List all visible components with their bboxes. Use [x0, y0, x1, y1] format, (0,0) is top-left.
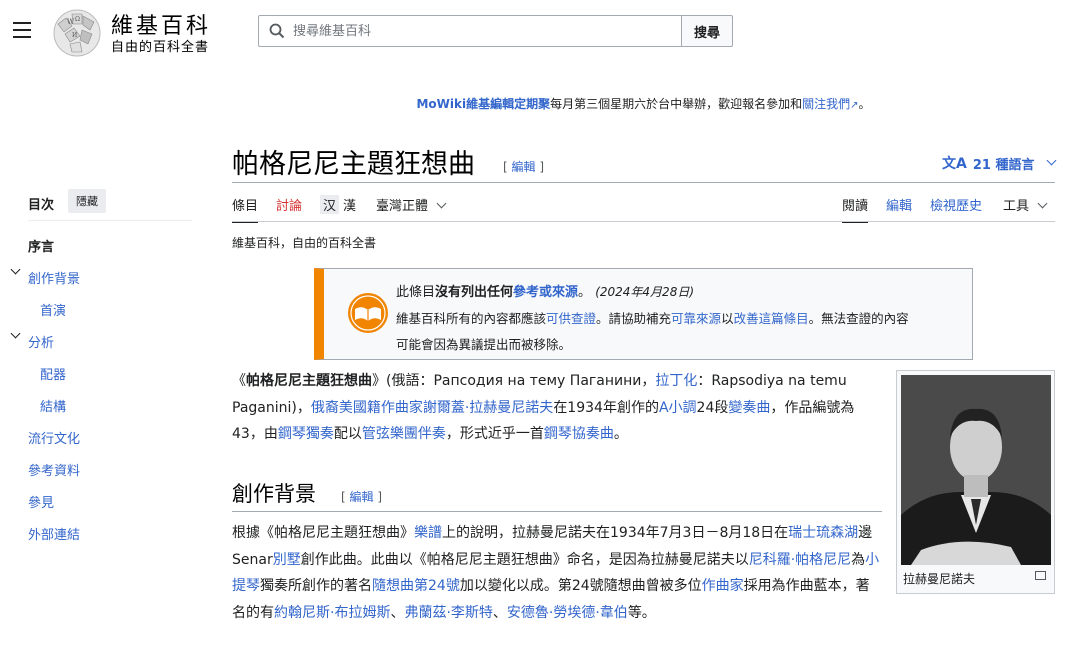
- composer-link[interactable]: 作曲家: [702, 578, 744, 594]
- toc-item-structure[interactable]: 結構: [40, 396, 66, 415]
- toc-item-external-links[interactable]: 外部連結: [28, 524, 80, 543]
- tab-edit[interactable]: 編輯: [886, 195, 912, 214]
- site-notice: MoWiki維基編輯定期聚每月第三個星期六於台中舉辦，歡迎報名參加和關注我們↗。: [416, 97, 871, 111]
- piano-concerto-link[interactable]: 鋼琴協奏曲: [544, 426, 614, 442]
- references-link[interactable]: 參考或來源: [513, 285, 578, 300]
- villa-link[interactable]: 別墅: [273, 552, 301, 568]
- piano-solo-link[interactable]: 鋼琴獨奏: [278, 426, 334, 442]
- toc-item-analysis[interactable]: 分析: [28, 332, 54, 351]
- follow-us-link[interactable]: 關注我們: [802, 97, 850, 111]
- search-icon: [269, 23, 285, 39]
- latinization-link[interactable]: 拉丁化: [655, 373, 697, 389]
- toc-item-premiere[interactable]: 首演: [40, 300, 66, 319]
- chevron-down-icon: [436, 198, 447, 209]
- toc-item-pop-culture[interactable]: 流行文化: [28, 428, 80, 447]
- notice-text: 每月第三個星期六於台中舉辦，歡迎報名參加和: [550, 97, 803, 111]
- background-paragraph: 根據《帕格尼尼主題狂想曲》樂譜上的說明，拉赫曼尼諾夫在1934年7月3日－8月1…: [232, 525, 880, 621]
- tab-talk[interactable]: 討論: [276, 195, 302, 214]
- a-minor-link[interactable]: A小調: [659, 400, 697, 416]
- toc-item-see-also[interactable]: 參見: [28, 492, 54, 511]
- translate-icon: 文A: [942, 156, 967, 172]
- title-divider: [232, 182, 1055, 183]
- variant-hant[interactable]: 漢: [343, 195, 356, 214]
- lake-lucerne-link[interactable]: 瑞士琉森湖: [788, 525, 858, 541]
- tools-dropdown[interactable]: 工具: [1003, 195, 1048, 214]
- section-edit-link[interactable]: [ 編輯 ]: [341, 488, 382, 505]
- variant-hans[interactable]: 汉: [320, 195, 340, 214]
- variant-dropdown[interactable]: 臺灣正體: [376, 195, 447, 214]
- verifiability-link[interactable]: 可供查證: [546, 311, 596, 326]
- tabs-divider: [232, 221, 1055, 222]
- notice-date: (2024年4月28日): [595, 285, 695, 299]
- enlarge-icon[interactable]: [1035, 571, 1046, 580]
- toc-item-background[interactable]: 創作背景: [28, 268, 80, 287]
- section-divider: [232, 511, 882, 512]
- main-menu-button[interactable]: [13, 22, 31, 38]
- liszt-link[interactable]: 弗蘭茲·李斯特: [404, 605, 492, 621]
- tab-article[interactable]: 條目: [232, 195, 259, 223]
- section-heading: 創作背景: [232, 482, 316, 506]
- language-button[interactable]: 文A 21 種語言: [942, 153, 1057, 173]
- chevron-down-icon[interactable]: [10, 264, 21, 275]
- search-input[interactable]: [293, 23, 673, 39]
- page-title: 帕格尼尼主題狂想曲: [232, 149, 475, 180]
- notice-link[interactable]: MoWiki維基編輯定期聚: [416, 97, 550, 111]
- toc-title: 目次: [28, 198, 55, 213]
- toc-item-intro[interactable]: 序言: [28, 236, 54, 255]
- svg-text:W: W: [67, 18, 75, 26]
- book-icon: [348, 293, 388, 333]
- toc-hide-button[interactable]: 隱藏: [68, 189, 106, 213]
- title-edit-link[interactable]: [ 編輯 ]: [503, 158, 544, 175]
- brahms-link[interactable]: 約翰尼斯·布拉姆斯: [274, 605, 390, 621]
- orchestra-link[interactable]: 管弦樂團伴奏: [362, 426, 446, 442]
- lloyd-webber-link[interactable]: 安德魯·勞埃德·韋伯: [507, 605, 628, 621]
- paganini-link[interactable]: 尼科羅·帕格尼尼: [749, 552, 851, 568]
- tab-history[interactable]: 檢視歷史: [930, 195, 982, 214]
- site-subtitle: 維基百科，自由的百科全書: [232, 236, 377, 250]
- infobox-image: 拉赫曼尼諾夫: [896, 370, 1055, 594]
- toc-item-instrumentation[interactable]: 配器: [40, 364, 66, 383]
- external-link-icon: ↗: [850, 100, 859, 111]
- rachmaninoff-link[interactable]: 俄裔美國籍作曲家謝爾蓋·拉赫曼尼諾夫: [311, 400, 553, 416]
- svg-text:И: И: [72, 32, 77, 39]
- intro-paragraph: 《帕格尼尼主題狂想曲》(俄語：Рапсодия на тему Паганини…: [232, 373, 855, 442]
- svg-text:Ω: Ω: [75, 16, 80, 23]
- chevron-down-icon: [1037, 198, 1048, 209]
- chevron-down-icon[interactable]: [10, 328, 21, 339]
- score-link[interactable]: 樂譜: [414, 525, 442, 541]
- tab-read[interactable]: 閱讀: [842, 195, 869, 223]
- caprice-24-link[interactable]: 隨想曲第24號: [372, 578, 460, 594]
- site-tagline: 自由的百科全書: [111, 40, 210, 55]
- chevron-down-icon: [1047, 155, 1057, 165]
- search-box[interactable]: [258, 15, 682, 47]
- variations-link[interactable]: 變奏曲: [728, 400, 770, 416]
- wikipedia-globe-logo[interactable]: W Ω И: [52, 8, 102, 58]
- toc-divider: [28, 220, 192, 221]
- rachmaninoff-photo[interactable]: [901, 375, 1051, 565]
- improve-article-link[interactable]: 改善這篇條目: [734, 311, 809, 326]
- infobox-caption: 拉赫曼尼諾夫: [903, 572, 976, 586]
- language-count: 21 種語言: [972, 157, 1035, 173]
- reliable-sources-link[interactable]: 可靠來源: [671, 311, 721, 326]
- toc-item-references[interactable]: 參考資料: [28, 460, 80, 479]
- search-button[interactable]: 搜尋: [681, 15, 733, 47]
- unreferenced-notice: 此條目沒有列出任何參考或來源。 (2024年4月28日) 維基百科所有的內容都應…: [314, 268, 973, 360]
